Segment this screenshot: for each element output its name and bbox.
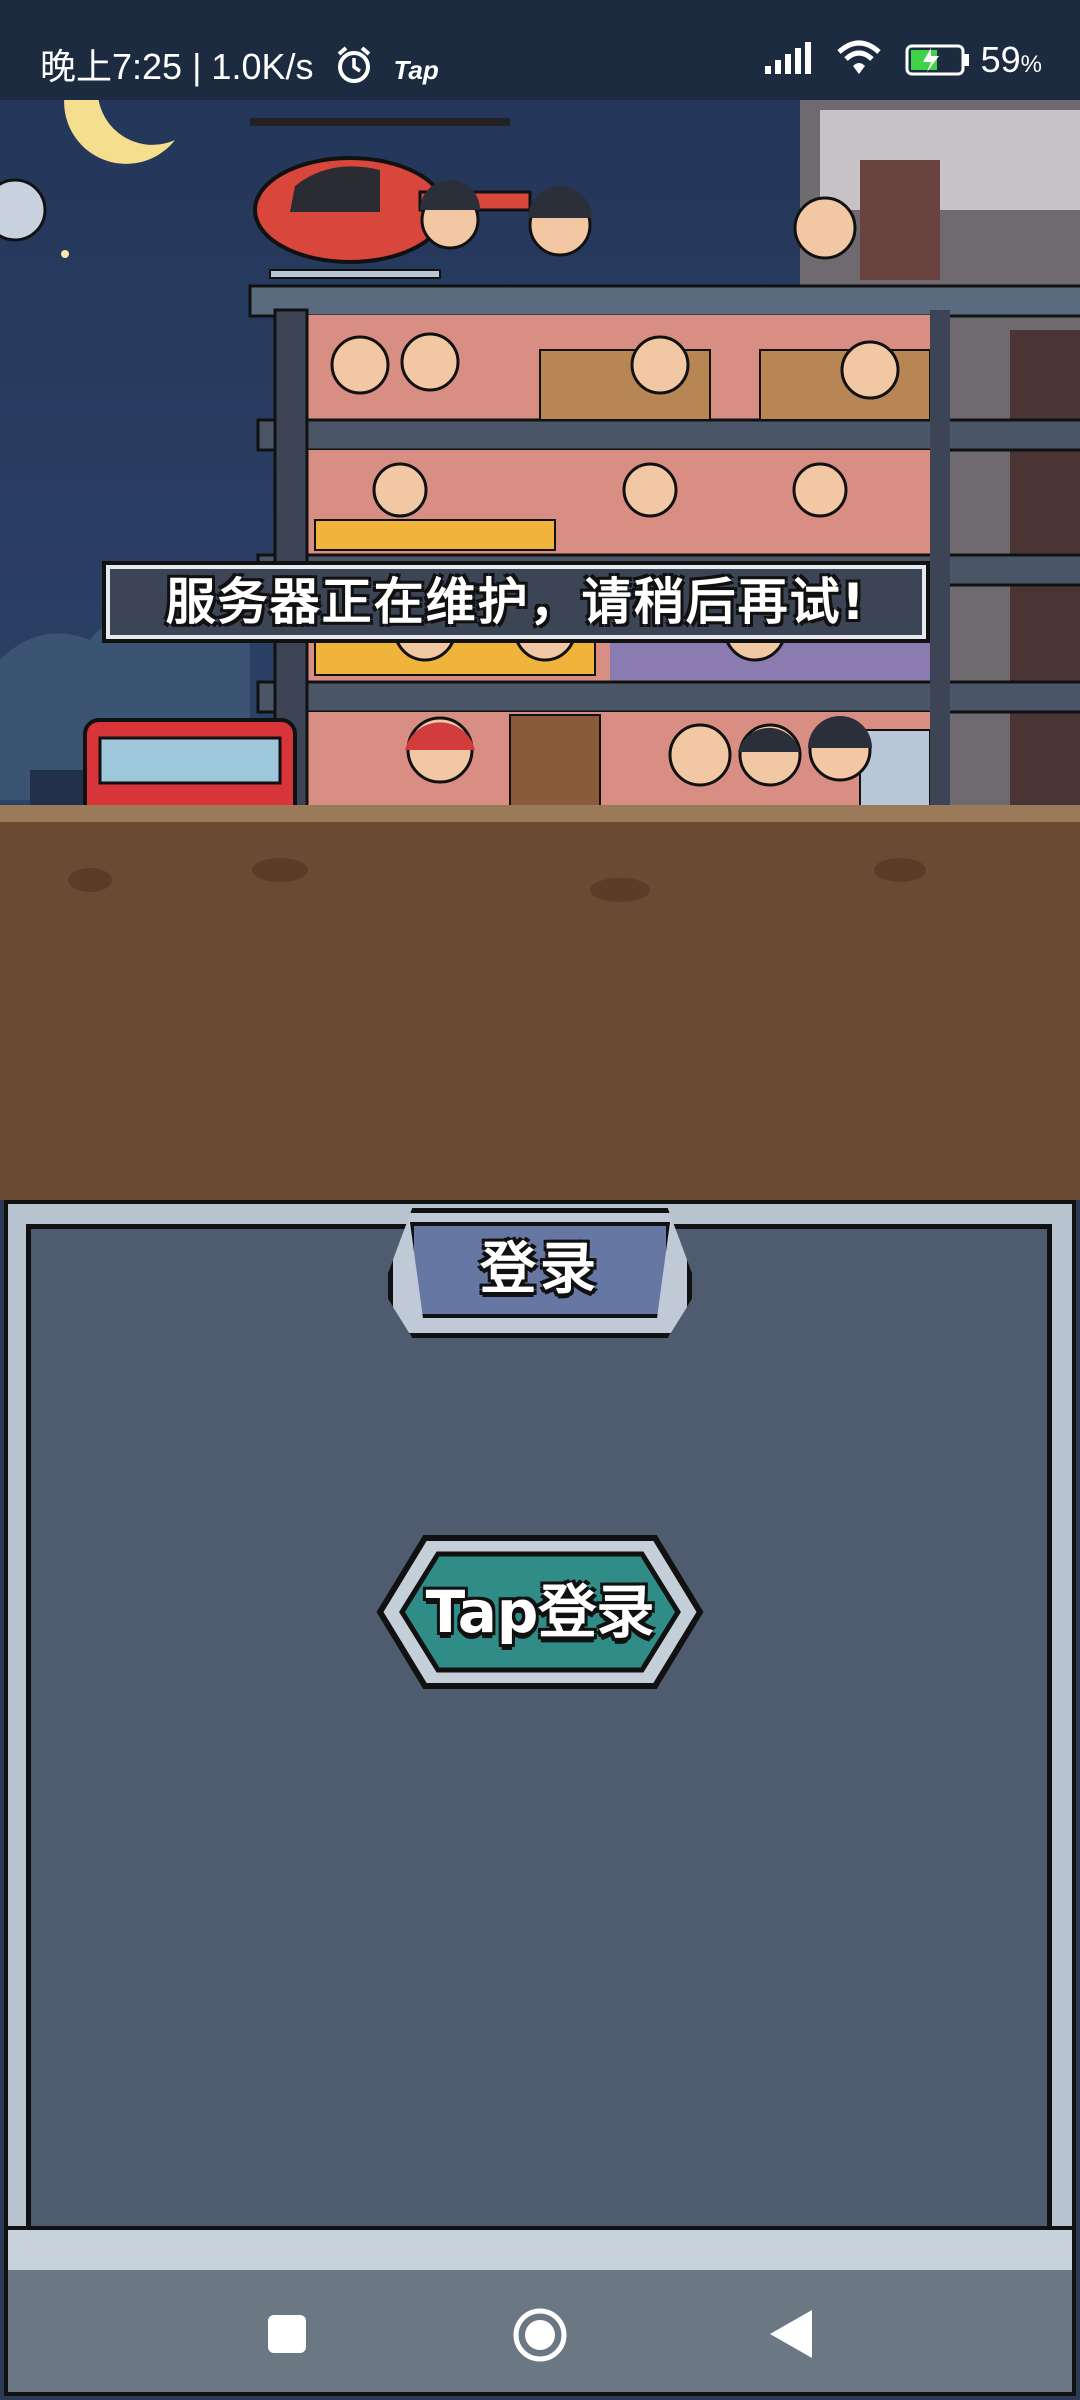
- tap-badge: Tap: [393, 55, 439, 85]
- battery-percent: 59: [980, 39, 1021, 80]
- login-panel-body: [26, 1224, 1052, 2234]
- recent-apps-icon[interactable]: [266, 2313, 308, 2355]
- back-icon[interactable]: [768, 2308, 814, 2360]
- game-scene: [0, 100, 1080, 1200]
- status-right-group: 59%: [763, 38, 1042, 81]
- scene-art: [0, 100, 1080, 1200]
- signal-icon: [764, 42, 811, 74]
- login-panel-title: 登录: [480, 1237, 600, 1302]
- time-speed-text: 晚上7:25 | 1.0K/s: [40, 46, 314, 87]
- wifi-icon: [836, 40, 881, 74]
- tap-login-label[interactable]: Tap登录: [350, 1532, 730, 1692]
- home-icon[interactable]: [510, 2305, 570, 2365]
- pause-icon: [0, 178, 47, 242]
- alarm-icon: [337, 46, 370, 83]
- battery-icon: [905, 44, 969, 76]
- helicopter: [250, 118, 532, 279]
- maintenance-notice: 服务器正在维护，请稍后再试!: [102, 561, 930, 643]
- moon-icon: [64, 100, 175, 164]
- navigation-bar-strip: [8, 2230, 1072, 2270]
- percent-sign: %: [1020, 51, 1042, 78]
- status-time-speed: 晚上7:25 | 1.0K/s Tap: [40, 38, 439, 90]
